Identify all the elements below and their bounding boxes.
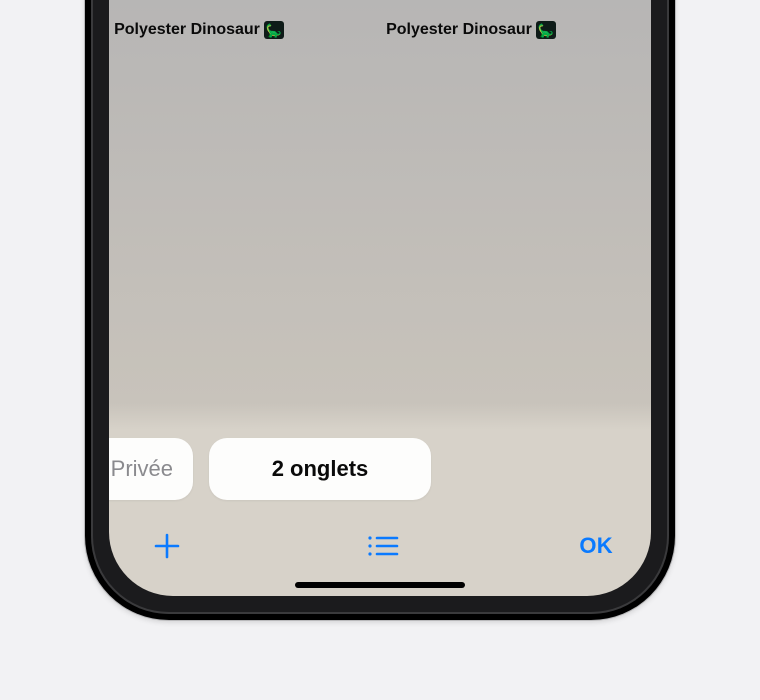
tab-title: Polyester Dinosaur xyxy=(114,21,260,39)
new-tab-button[interactable] xyxy=(143,522,191,570)
tab-overview: Polyester Dinosaur 🦕 Polyester Dinosaur … xyxy=(109,0,651,596)
toolbar: OK xyxy=(109,514,651,578)
private-group-pill[interactable]: Privée xyxy=(109,438,193,500)
canvas: Polyester Dinosaur 🦕 Polyester Dinosaur … xyxy=(0,0,760,700)
dinosaur-icon: 🦕 xyxy=(536,21,556,39)
dinosaur-icon: 🦕 xyxy=(264,21,284,39)
done-button[interactable]: OK xyxy=(575,525,617,567)
phone-frame: Polyester Dinosaur 🦕 Polyester Dinosaur … xyxy=(85,0,675,620)
tab-title: Polyester Dinosaur xyxy=(386,21,532,39)
tab-thumbnail[interactable]: Polyester Dinosaur 🦕 xyxy=(109,16,349,44)
plus-icon xyxy=(152,531,182,561)
tabs-count-label: 2 onglets xyxy=(272,456,369,482)
screen: Polyester Dinosaur 🦕 Polyester Dinosaur … xyxy=(109,0,651,596)
tab-group-switcher[interactable]: Privée 2 onglets xyxy=(109,432,651,506)
tab-groups-button[interactable] xyxy=(359,522,407,570)
tab-thumbnail[interactable]: Polyester Dinosaur 🦕 xyxy=(321,16,621,44)
private-label: Privée xyxy=(111,456,173,482)
list-bullet-icon xyxy=(366,533,400,559)
home-indicator[interactable] xyxy=(295,582,465,588)
tabs-group-pill[interactable]: 2 onglets xyxy=(209,438,431,500)
phone-inner-frame: Polyester Dinosaur 🦕 Polyester Dinosaur … xyxy=(91,0,669,614)
